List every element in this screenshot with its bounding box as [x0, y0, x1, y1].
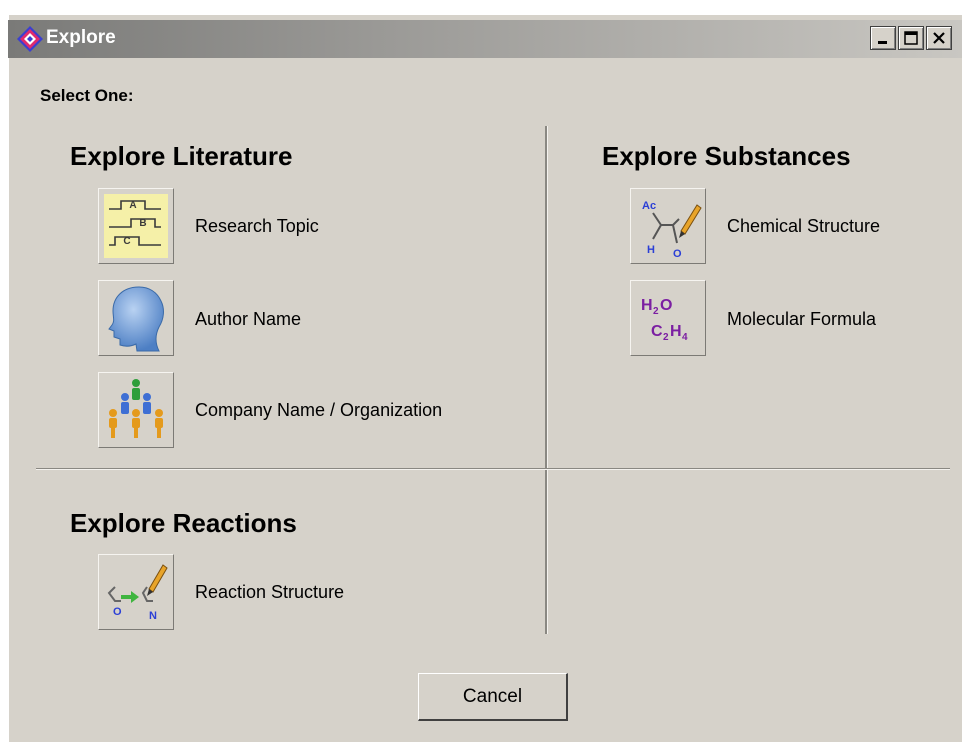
chemical-structure-icon: Ac H O [642, 200, 702, 260]
formula-h-text: H [641, 297, 653, 314]
chemical-structure-label[interactable]: Chemical Structure [727, 216, 880, 237]
window-title: Explore [46, 27, 116, 48]
molecular-formula-label[interactable]: Molecular Formula [727, 309, 876, 330]
explore-reactions-title: Explore Reactions [70, 508, 297, 538]
chem-h-text: H [647, 244, 655, 256]
molecular-formula-button[interactable]: H 2 O C 2 H 4 [630, 280, 706, 356]
molecular-formula-icon: H 2 O C 2 H 4 [641, 297, 688, 343]
formula-sub4-text: 4 [682, 332, 688, 343]
formula-sub2a-text: 2 [653, 306, 659, 317]
select-one-label: Select One: [40, 86, 134, 105]
reaction-structure-button[interactable]: O N [98, 554, 174, 630]
formula-o-text: O [660, 297, 672, 314]
explore-substances-title: Explore Substances [602, 141, 851, 171]
chem-o-text: O [673, 248, 682, 260]
title-bar[interactable]: Explore [8, 20, 962, 58]
topic-letter-a: A [129, 200, 136, 211]
author-name-label[interactable]: Author Name [195, 309, 301, 330]
cancel-button[interactable]: Cancel [418, 673, 568, 721]
formula-sub2b-text: 2 [663, 332, 669, 343]
maximize-icon [904, 31, 918, 45]
research-topic-icon: A B C [104, 194, 168, 258]
topic-letter-c: C [123, 236, 130, 247]
chem-ac-text: Ac [642, 200, 656, 212]
research-topic-button[interactable]: A B C [98, 188, 174, 264]
research-topic-label[interactable]: Research Topic [195, 216, 319, 237]
close-icon [933, 32, 945, 44]
minimize-icon [878, 41, 887, 44]
app-diamond-icon [17, 26, 43, 52]
author-head-icon [108, 286, 164, 352]
rxn-o-text: O [113, 606, 122, 618]
company-name-button[interactable] [98, 372, 174, 448]
formula-c-text: C [651, 323, 663, 340]
explore-literature-title: Explore Literature [70, 141, 293, 171]
reaction-structure-icon: O N [107, 564, 168, 622]
chemical-structure-button[interactable]: Ac H O [630, 188, 706, 264]
people-group-icon [109, 379, 163, 438]
maximize-button[interactable] [898, 26, 924, 50]
reaction-structure-label[interactable]: Reaction Structure [195, 582, 344, 603]
minimize-button[interactable] [870, 26, 896, 50]
close-button[interactable] [926, 26, 952, 50]
rxn-n-text: N [149, 610, 157, 622]
company-name-label[interactable]: Company Name / Organization [195, 400, 442, 421]
horizontal-divider [36, 468, 950, 470]
explore-dialog: Explore Select One: Explore Literature A… [8, 14, 962, 742]
vertical-divider [545, 126, 548, 634]
author-name-button[interactable] [98, 280, 174, 356]
topic-letter-b: B [139, 218, 146, 229]
formula-h2-text: H [670, 323, 682, 340]
